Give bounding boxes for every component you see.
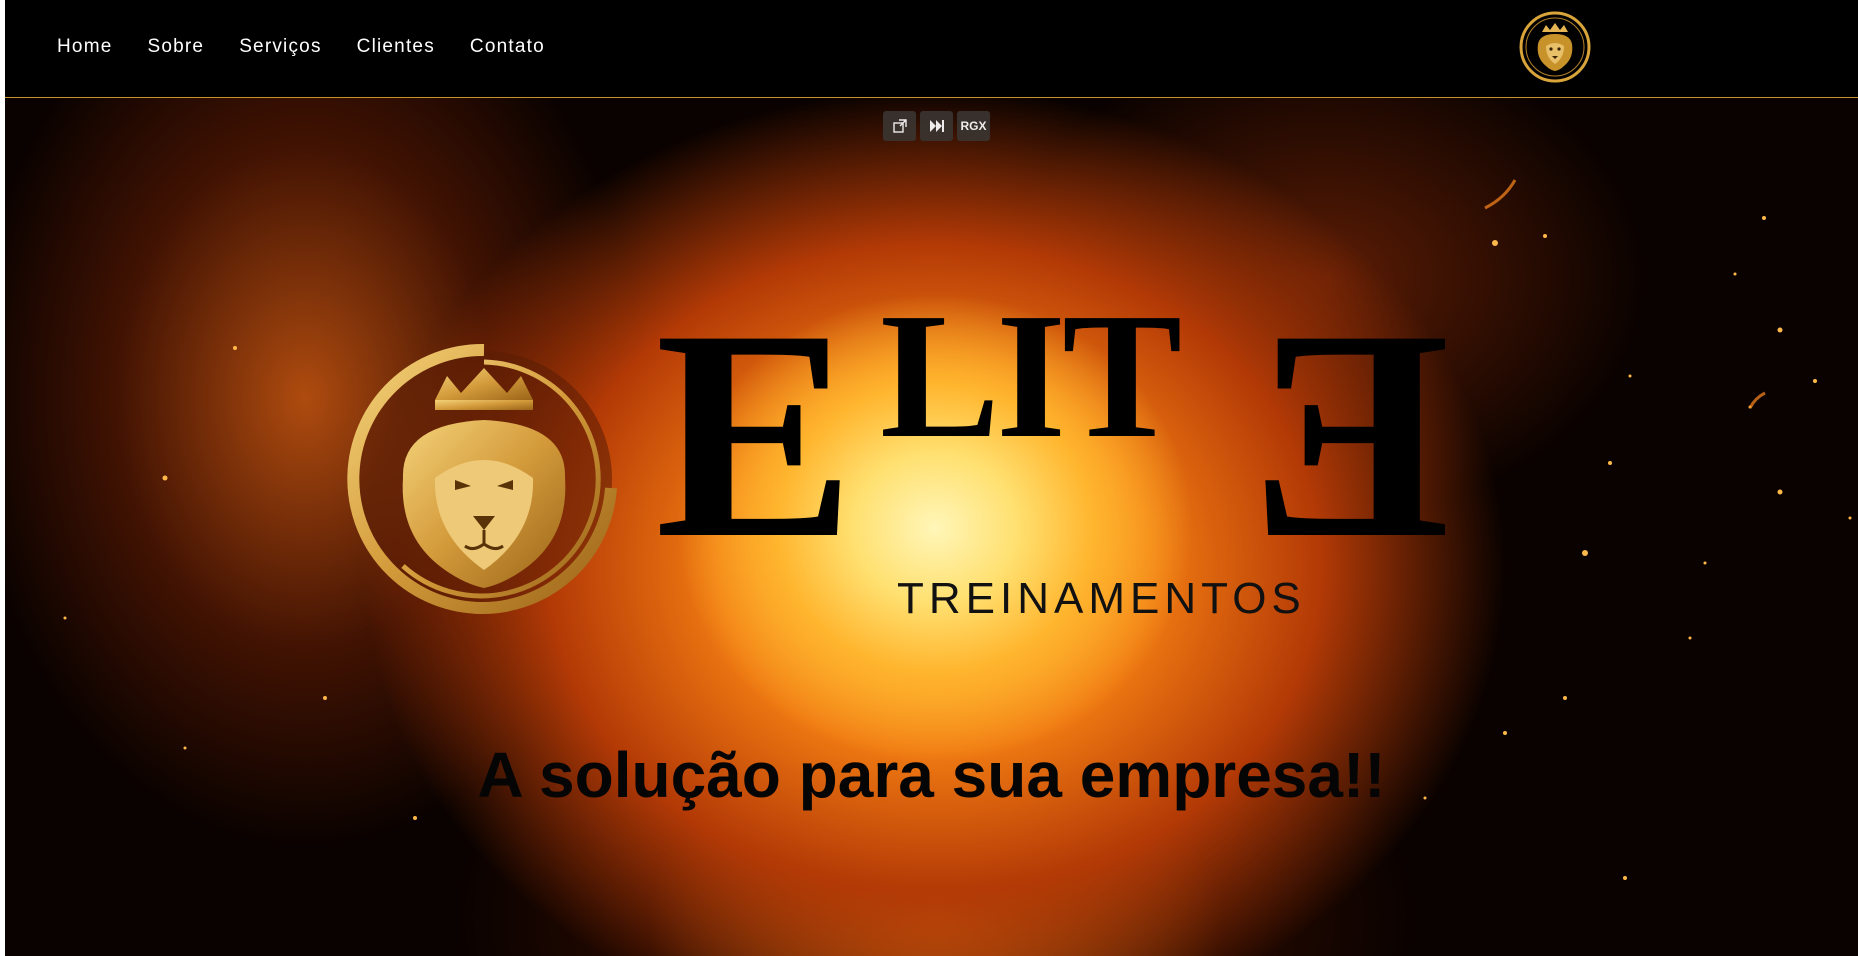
brand-subtitle: TREINAMENTOS: [897, 574, 1306, 623]
hero-tagline: A solução para sua empresa!!: [477, 739, 1386, 811]
nav-home[interactable]: Home: [57, 36, 112, 58]
lion-crown-icon[interactable]: [1518, 10, 1592, 84]
nav-clientes[interactable]: Clientes: [357, 36, 435, 58]
hero-video[interactable]: RGX E LIT E TREINAMENTOS A solução para …: [5, 98, 1858, 956]
page-edge: [0, 0, 5, 956]
nav-sobre[interactable]: Sobre: [147, 36, 204, 58]
site-header: Home Sobre Serviços Clientes Contato: [5, 0, 1858, 98]
video-controls: RGX: [883, 111, 990, 141]
skip-forward-icon[interactable]: [920, 111, 953, 141]
nav-servicos[interactable]: Serviços: [239, 36, 321, 58]
popout-icon[interactable]: [883, 111, 916, 141]
brand-letters-lit: LIT: [880, 276, 1182, 475]
brand-letter-e-mirrored: E: [1250, 268, 1451, 600]
main-nav: Home Sobre Serviços Clientes Contato: [57, 0, 580, 94]
rgx-button[interactable]: RGX: [957, 111, 990, 141]
brand-letter-e: E: [655, 268, 856, 600]
fire-sparks: [63, 179, 1852, 880]
lion-crown-icon: [347, 343, 617, 614]
nav-contato[interactable]: Contato: [470, 36, 545, 58]
